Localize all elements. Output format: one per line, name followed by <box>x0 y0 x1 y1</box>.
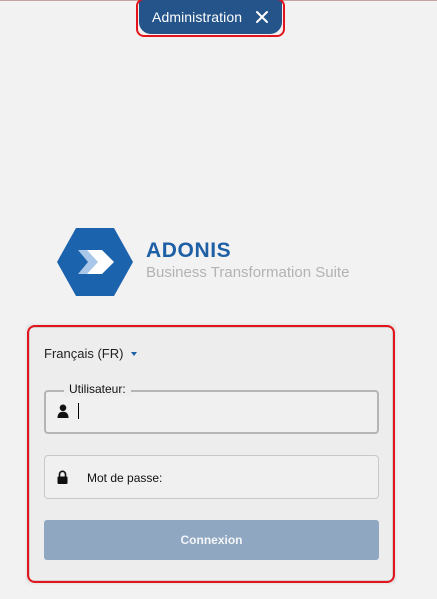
username-label: Utilisateur: <box>64 382 131 396</box>
username-field[interactable] <box>44 390 379 434</box>
connexion-button-label: Connexion <box>180 533 243 547</box>
text-cursor <box>78 403 79 419</box>
caret-down-icon <box>131 351 138 356</box>
brand-subtitle: Business Transformation Suite <box>146 264 350 281</box>
user-icon <box>57 404 69 418</box>
language-select[interactable]: Français (FR) <box>44 346 138 361</box>
adonis-logo-icon <box>57 228 133 296</box>
lock-icon <box>57 470 68 484</box>
connexion-button[interactable]: Connexion <box>44 520 379 560</box>
language-select-value: Français (FR) <box>44 346 124 361</box>
tab-highlight-outline <box>136 0 285 37</box>
password-label: Mot de passe: <box>87 471 163 485</box>
brand-name: ADONIS <box>146 239 232 262</box>
